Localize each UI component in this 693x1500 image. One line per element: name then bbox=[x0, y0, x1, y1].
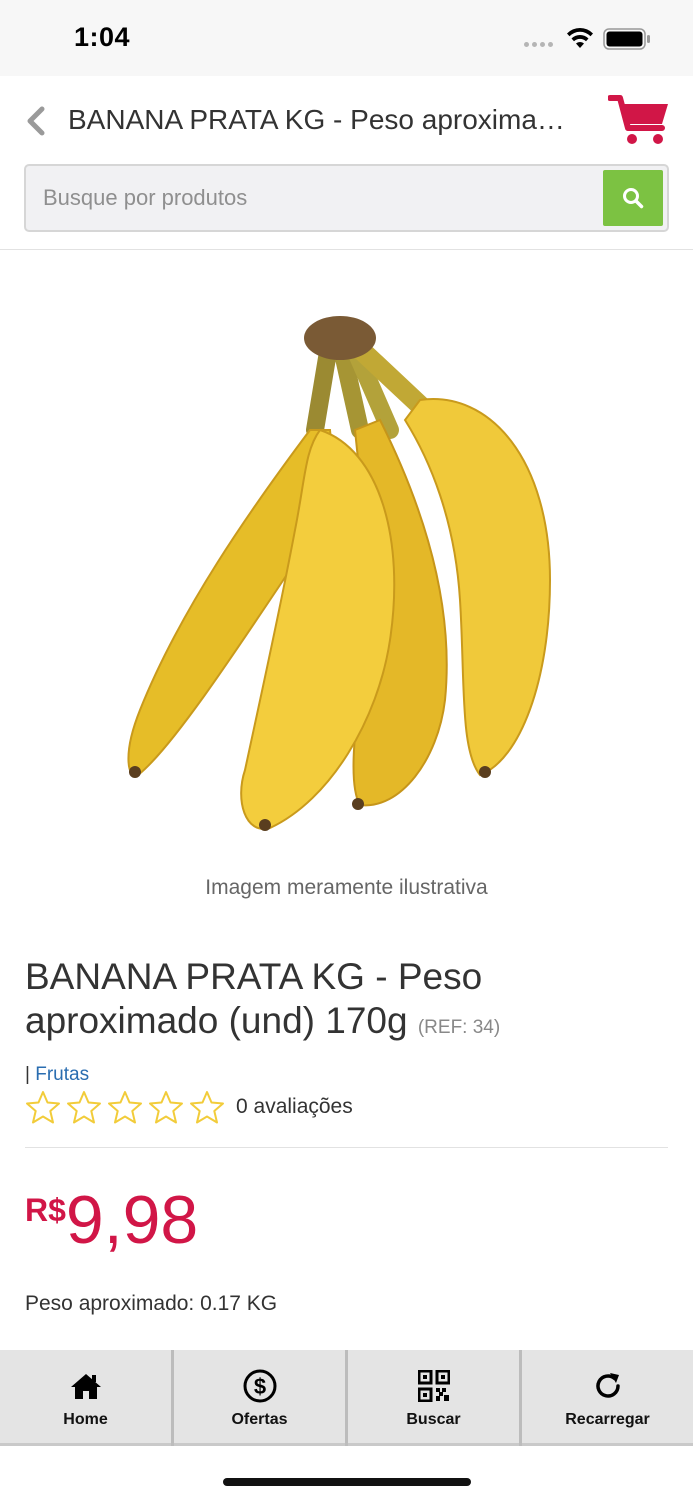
rating-stars[interactable] bbox=[25, 1090, 225, 1124]
rating: 0 avaliações bbox=[25, 1090, 353, 1124]
status-time: 1:04 bbox=[74, 22, 131, 52]
wifi-icon bbox=[567, 27, 593, 48]
page-title: BANANA PRATA KG - Peso aproximado (und) … bbox=[68, 104, 580, 135]
product-ref: (REF: 34) bbox=[417, 1017, 501, 1038]
price-value: 9,98 bbox=[65, 1182, 199, 1258]
product-title: BANANA PRATA KG - Peso aproximado (und) … bbox=[25, 955, 665, 1050]
price-currency: R$ bbox=[25, 1192, 66, 1228]
tab-label: Recarregar bbox=[565, 1411, 650, 1428]
category-separator: | bbox=[25, 1064, 36, 1085]
home-icon bbox=[67, 1367, 105, 1405]
divider bbox=[25, 1147, 668, 1148]
back-chevron-icon[interactable] bbox=[22, 104, 52, 138]
star-icon bbox=[149, 1091, 183, 1124]
search-button[interactable] bbox=[603, 170, 663, 226]
tab-home[interactable]: Home bbox=[0, 1350, 171, 1446]
product-image bbox=[127, 316, 552, 831]
shopping-cart-icon[interactable] bbox=[608, 92, 672, 148]
bottom-tab-bar: Home $ Ofertas Buscar Recarregar bbox=[0, 1350, 693, 1446]
home-indicator[interactable] bbox=[223, 1478, 471, 1486]
price: R$ 9,98 bbox=[25, 1182, 198, 1258]
search-input[interactable] bbox=[26, 166, 596, 230]
star-icon bbox=[67, 1091, 101, 1124]
star-icon bbox=[190, 1091, 224, 1124]
reviews-count: 0 avaliações bbox=[236, 1095, 353, 1118]
tab-label: Ofertas bbox=[231, 1411, 288, 1428]
cellular-signal-icon bbox=[524, 42, 553, 47]
dollar-circle-icon: $ bbox=[241, 1367, 279, 1405]
search-icon bbox=[623, 188, 644, 209]
star-icon bbox=[26, 1091, 60, 1124]
status-bar: 1:04 bbox=[0, 0, 693, 76]
tab-ofertas[interactable]: $ Ofertas bbox=[174, 1350, 345, 1446]
product-title-text: BANANA PRATA KG - Peso aproximado (und) … bbox=[25, 956, 483, 1041]
refresh-icon bbox=[589, 1367, 627, 1405]
battery-icon bbox=[603, 28, 650, 50]
app-header: BANANA PRATA KG - Peso aproximado (und) … bbox=[0, 76, 693, 250]
image-caption: Imagem meramente ilustrativa bbox=[205, 876, 488, 899]
star-icon bbox=[108, 1091, 142, 1124]
search-bar bbox=[24, 164, 669, 232]
svg-text:$: $ bbox=[253, 1374, 265, 1399]
tab-recarregar[interactable]: Recarregar bbox=[522, 1350, 693, 1446]
approx-weight: Peso aproximado: 0.17 KG bbox=[25, 1292, 278, 1315]
tab-label: Home bbox=[63, 1411, 108, 1428]
category-link-frutas[interactable]: Frutas bbox=[35, 1064, 89, 1085]
tab-buscar[interactable]: Buscar bbox=[348, 1350, 519, 1446]
tab-label: Buscar bbox=[406, 1411, 461, 1428]
qr-code-icon bbox=[415, 1367, 453, 1405]
category-breadcrumb: | Frutas bbox=[25, 1064, 89, 1086]
